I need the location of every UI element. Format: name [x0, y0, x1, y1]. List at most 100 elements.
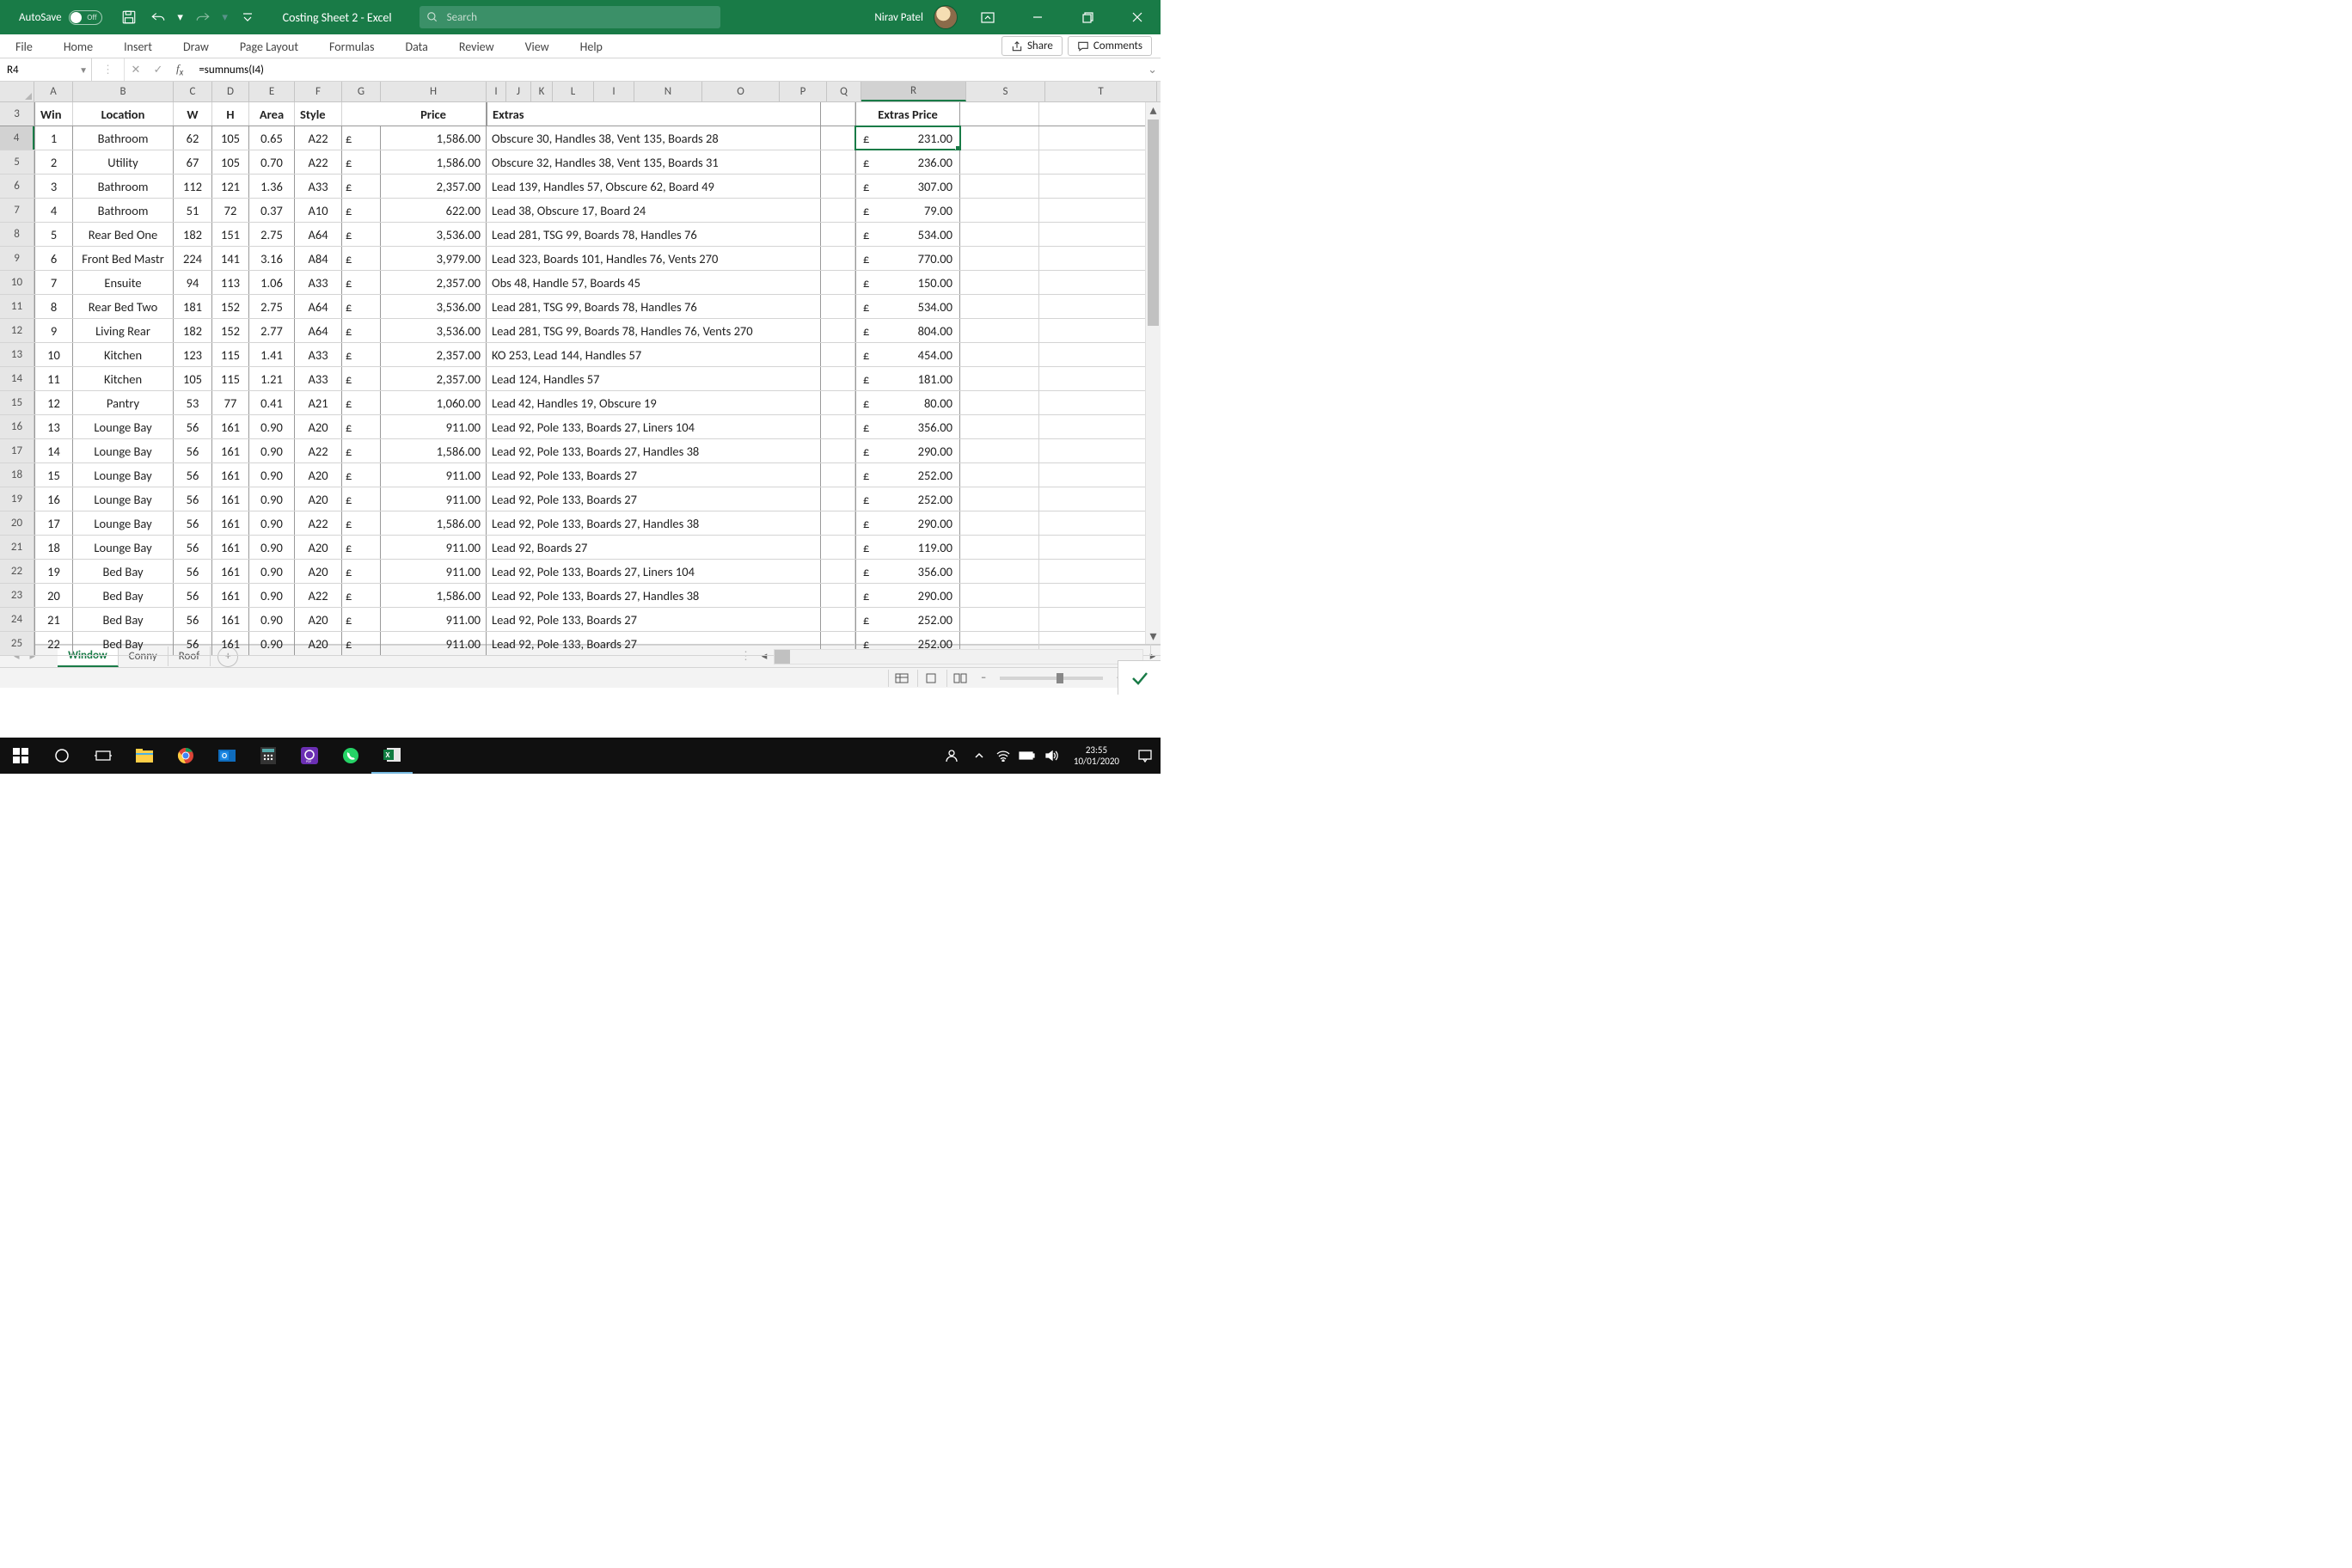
comments-button[interactable]: Comments [1068, 36, 1152, 56]
cell-blank[interactable] [960, 511, 1039, 535]
row-header[interactable]: 15 [0, 391, 34, 414]
zoom-out-icon[interactable]: − [976, 672, 991, 684]
cell-blank[interactable] [960, 271, 1039, 294]
cell-location[interactable]: Bed Bay [73, 608, 174, 631]
row-header[interactable]: 25 [0, 632, 34, 655]
cell-blank[interactable] [821, 511, 855, 535]
cell-price[interactable]: 911.00 [381, 632, 487, 655]
user-name[interactable]: Nirav Patel [874, 11, 923, 24]
cell-extras-price[interactable]: £307.00 [855, 175, 960, 198]
cell-extras-price[interactable]: £252.00 [855, 463, 960, 487]
cell-extras-price[interactable]: £290.00 [855, 584, 960, 607]
cell-extras-price[interactable]: £804.00 [855, 319, 960, 342]
cell-extras-price[interactable]: £356.00 [855, 560, 960, 583]
cell-area[interactable]: 2.75 [249, 223, 295, 246]
cell-style[interactable]: A33 [295, 343, 342, 366]
col-header[interactable]: A [34, 82, 73, 101]
cell-currency[interactable]: £ [342, 415, 381, 438]
cell-location[interactable]: Bed Bay [73, 560, 174, 583]
cell-area[interactable]: 0.90 [249, 584, 295, 607]
cell-style[interactable]: A33 [295, 367, 342, 390]
row-header[interactable]: 10 [0, 271, 34, 294]
cell-price[interactable]: 2,357.00 [381, 343, 487, 366]
col-header[interactable]: F [295, 82, 342, 101]
cell-blank[interactable] [821, 295, 855, 318]
col-header[interactable]: J [506, 82, 531, 101]
battery-icon[interactable] [1015, 738, 1039, 774]
cell-blank[interactable] [1039, 126, 1151, 150]
cell-w[interactable]: 56 [174, 415, 212, 438]
cell-h[interactable]: 105 [212, 126, 249, 150]
cell-area[interactable]: 0.37 [249, 199, 295, 222]
cell-h[interactable]: 151 [212, 223, 249, 246]
cell-price[interactable]: 1,586.00 [381, 126, 487, 150]
cell-location[interactable]: Bathroom [73, 175, 174, 198]
cell-blank[interactable] [1039, 560, 1151, 583]
scroll-down-icon[interactable]: ▾ [1146, 628, 1161, 644]
cell-extras[interactable]: Obscure 30, Handles 38, Vent 135, Boards… [487, 126, 821, 150]
cell-extras-price[interactable]: £181.00 [855, 367, 960, 390]
cell-location[interactable]: Lounge Bay [73, 415, 174, 438]
formula-input[interactable]: =sumnums(I4) [190, 64, 264, 77]
cell-currency[interactable]: £ [342, 126, 381, 150]
cell-price[interactable]: 911.00 [381, 536, 487, 559]
cell-h[interactable]: 115 [212, 367, 249, 390]
cell-price[interactable]: 3,536.00 [381, 295, 487, 318]
chrome-icon[interactable] [165, 738, 206, 774]
row-header[interactable]: 20 [0, 511, 34, 535]
redo-dropdown-icon[interactable]: ▾ [219, 4, 231, 30]
cell-extras[interactable]: Lead 92, Pole 133, Boards 27, Handles 38 [487, 511, 821, 535]
cell-currency[interactable]: £ [342, 247, 381, 270]
col-header-selected[interactable]: R [861, 82, 966, 101]
cell-extras[interactable]: Lead 281, TSG 99, Boards 78, Handles 76 [487, 223, 821, 246]
row-header[interactable]: 18 [0, 463, 34, 487]
cell-price[interactable]: 1,060.00 [381, 391, 487, 414]
row-header[interactable]: 5 [0, 150, 34, 174]
cell-w[interactable]: 56 [174, 584, 212, 607]
cell-currency[interactable]: £ [342, 199, 381, 222]
cell-h[interactable]: 121 [212, 175, 249, 198]
excel-icon[interactable]: X [371, 738, 413, 774]
cell-extras[interactable]: Lead 281, TSG 99, Boards 78, Handles 76 [487, 295, 821, 318]
cell-price[interactable]: 2,357.00 [381, 271, 487, 294]
cell-location[interactable]: Lounge Bay [73, 511, 174, 535]
cell-location[interactable]: Front Bed Mastr [73, 247, 174, 270]
cell-extras[interactable]: Lead 281, TSG 99, Boards 78, Handles 76,… [487, 319, 821, 342]
cell-h[interactable]: 72 [212, 199, 249, 222]
cell-extras[interactable]: Lead 38, Obscure 17, Board 24 [487, 199, 821, 222]
cell-price[interactable]: 911.00 [381, 463, 487, 487]
cell-win[interactable]: 5 [34, 223, 73, 246]
cell-h[interactable]: 161 [212, 584, 249, 607]
share-button[interactable]: Share [1001, 36, 1063, 56]
cell-win[interactable]: 11 [34, 367, 73, 390]
cell-price[interactable]: 1,586.00 [381, 150, 487, 174]
cell-blank[interactable] [1039, 175, 1151, 198]
cell-extras[interactable]: Lead 92, Pole 133, Boards 27 [487, 608, 821, 631]
cell-style[interactable]: A20 [295, 463, 342, 487]
cell-currency[interactable]: £ [342, 463, 381, 487]
cell-location[interactable]: Bed Bay [73, 632, 174, 655]
cell-blank[interactable] [821, 247, 855, 270]
cell-blank[interactable] [1039, 343, 1151, 366]
cell-location[interactable]: Lounge Bay [73, 463, 174, 487]
file-explorer-icon[interactable] [124, 738, 165, 774]
cell-extras-price[interactable]: £534.00 [855, 223, 960, 246]
cell-blank[interactable] [821, 487, 855, 511]
cell-blank[interactable] [821, 343, 855, 366]
cell-extras[interactable]: Lead 92, Pole 133, Boards 27, Liners 104 [487, 415, 821, 438]
cell-blank[interactable] [1039, 584, 1151, 607]
cell-extras[interactable]: KO 253, Lead 144, Handles 57 [487, 343, 821, 366]
cell-w[interactable]: 51 [174, 199, 212, 222]
tab-formulas[interactable]: Formulas [314, 36, 389, 58]
scroll-up-icon[interactable]: ▴ [1146, 102, 1161, 118]
cell-extras[interactable]: Lead 323, Boards 101, Handles 76, Vents … [487, 247, 821, 270]
select-all-corner[interactable] [0, 82, 34, 101]
whatsapp-icon[interactable] [330, 738, 371, 774]
cell-blank[interactable] [1039, 223, 1151, 246]
cell-extras[interactable]: Lead 92, Pole 133, Boards 27 [487, 463, 821, 487]
cell-price[interactable]: 1,586.00 [381, 439, 487, 462]
cell-style[interactable]: A20 [295, 487, 342, 511]
cell-blank[interactable] [960, 367, 1039, 390]
cell-extras[interactable]: Lead 92, Pole 133, Boards 27, Liners 104 [487, 560, 821, 583]
cell-style[interactable]: A22 [295, 584, 342, 607]
